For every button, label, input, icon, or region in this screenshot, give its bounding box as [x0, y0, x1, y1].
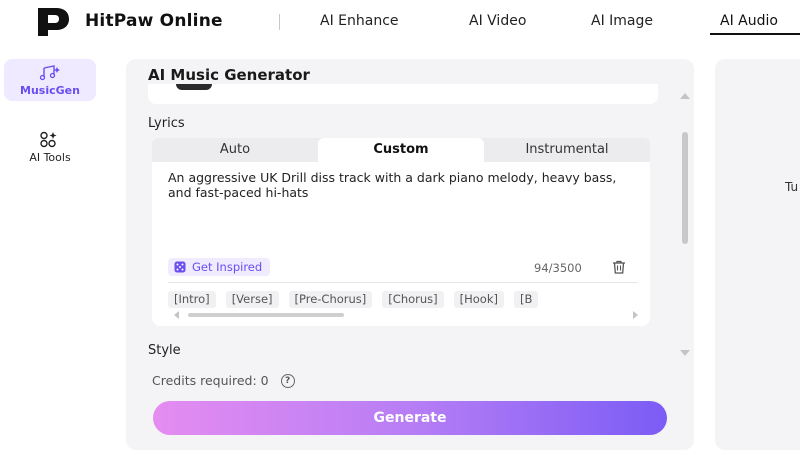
tags-scrollbar[interactable]: [188, 313, 344, 317]
lyrics-divider: [168, 282, 638, 283]
nav-active-underline: [710, 33, 800, 35]
previous-section-pill: [176, 84, 212, 90]
music-note-icon: [39, 65, 60, 81]
tab-custom[interactable]: Custom: [318, 138, 484, 162]
app-root: HitPaw Online AI Enhance AI Video AI Ima…: [0, 0, 800, 450]
nav-ai-enhance[interactable]: AI Enhance: [320, 13, 399, 29]
result-panel: [715, 59, 800, 450]
style-label: Style: [148, 343, 181, 358]
panel-title: AI Music Generator: [148, 66, 310, 84]
previous-section-card: [148, 84, 658, 104]
tab-instrumental[interactable]: Instrumental: [484, 138, 650, 162]
sidebar-label-musicgen: MusicGen: [20, 84, 80, 97]
tab-auto[interactable]: Auto: [152, 138, 318, 162]
lyrics-input-box: An aggressive UK Drill diss track with a…: [152, 162, 650, 326]
structure-tags: [Intro] [Verse] [Pre-Chorus] [Chorus] [Hook]…: [168, 288, 648, 308]
tags-scroll-left-arrow[interactable]: [174, 311, 179, 319]
result-panel-text: Tu: [785, 180, 799, 194]
help-icon[interactable]: ?: [280, 373, 295, 388]
credits-text: Credits required: 0: [152, 373, 269, 388]
scroll-down-arrow[interactable]: [680, 350, 690, 356]
nav-separator: [279, 14, 280, 30]
nav-ai-audio[interactable]: AI Audio: [720, 13, 778, 29]
sidebar-item-musicgen[interactable]: MusicGen: [4, 59, 96, 101]
generate-button[interactable]: Generate: [153, 401, 667, 435]
tag-verse[interactable]: [Verse]: [225, 291, 279, 308]
tag-hook[interactable]: [Hook]: [453, 291, 504, 308]
tools-grid-icon: [40, 131, 57, 148]
get-inspired-label: Get Inspired: [192, 260, 263, 274]
sidebar-label-ai-tools: AI Tools: [29, 151, 71, 164]
tag-pre-chorus[interactable]: [Pre-Chorus]: [288, 291, 373, 308]
sidebar-item-ai-tools[interactable]: AI Tools: [4, 131, 96, 167]
nav-ai-video[interactable]: AI Video: [469, 13, 526, 29]
dice-icon: [174, 261, 186, 273]
panel-scrollbar[interactable]: [682, 132, 688, 244]
tag-intro[interactable]: [Intro]: [168, 291, 216, 308]
top-navbar: HitPaw Online AI Enhance AI Video AI Ima…: [0, 0, 800, 44]
scroll-up-arrow[interactable]: [680, 93, 690, 99]
lyrics-textarea[interactable]: An aggressive UK Drill diss track with a…: [168, 170, 638, 200]
tag-chorus[interactable]: [Chorus]: [382, 291, 444, 308]
hitpaw-logo-icon[interactable]: [34, 6, 72, 38]
nav-ai-image[interactable]: AI Image: [591, 13, 653, 29]
get-inspired-button[interactable]: Get Inspired: [168, 258, 271, 276]
lyrics-mode-tabs: Auto Custom Instrumental: [152, 138, 650, 162]
character-count: 94/3500: [534, 261, 582, 275]
lyrics-label: Lyrics: [148, 116, 185, 131]
tags-scroll-right-arrow[interactable]: [633, 311, 638, 319]
credits-info: Credits required: 0 ?: [152, 373, 295, 388]
brand-name[interactable]: HitPaw Online: [85, 11, 223, 31]
tag-bridge-partial[interactable]: [B: [514, 291, 539, 308]
trash-icon[interactable]: [612, 260, 626, 274]
